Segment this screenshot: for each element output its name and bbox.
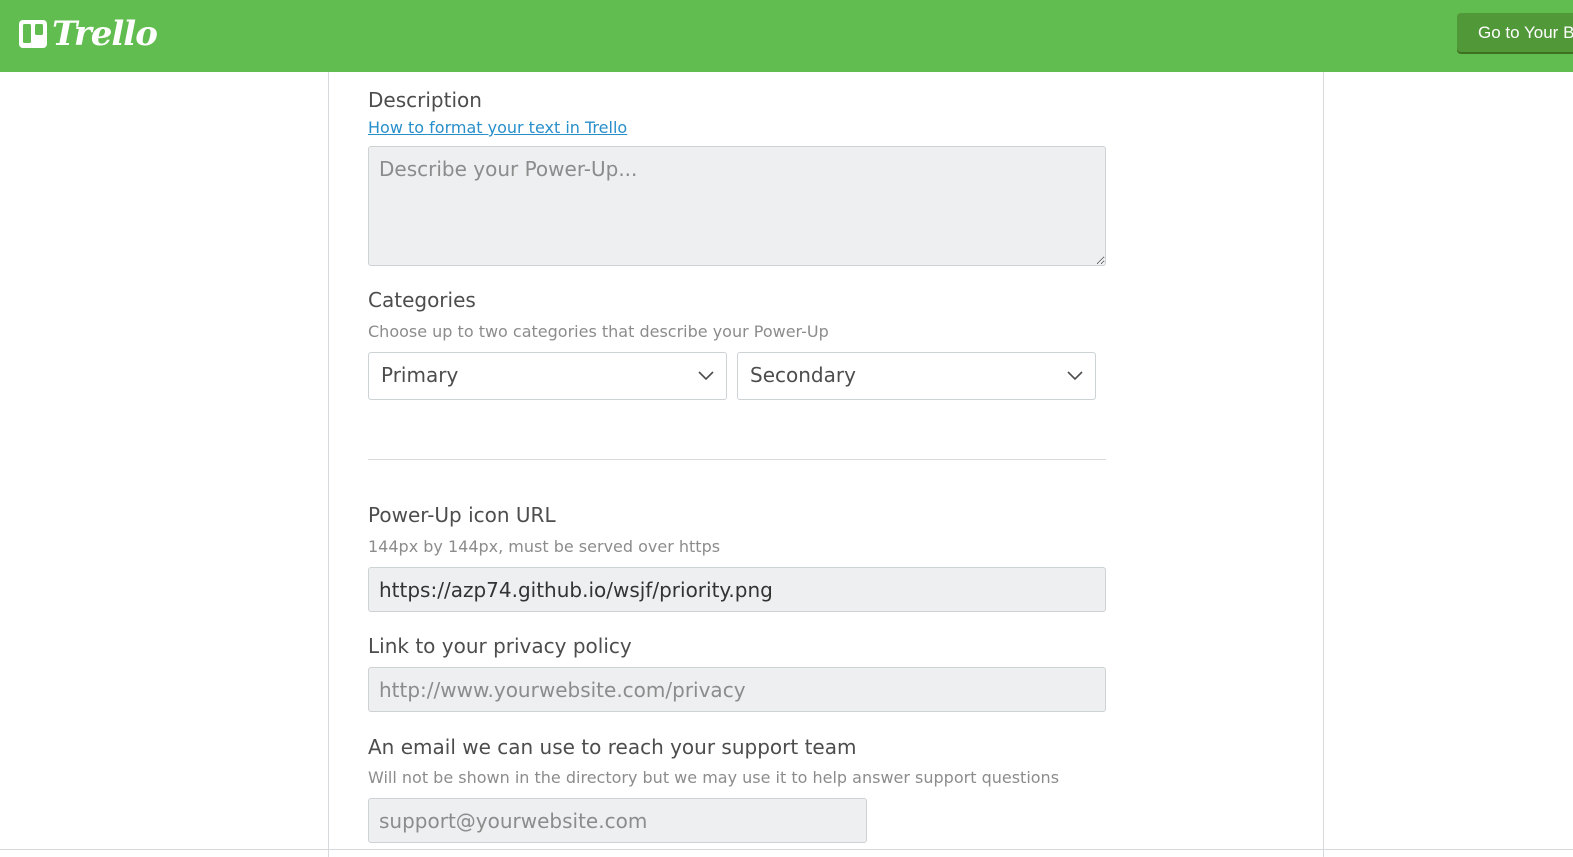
primary-category-select[interactable]: Primary [368,352,727,400]
brand-name: Trello [52,14,158,54]
description-label: Description [368,88,482,112]
trello-logo[interactable]: Trello [18,14,158,54]
chevron-down-icon [698,371,714,381]
go-to-boards-button[interactable]: Go to Your Boards [1457,13,1573,52]
categories-label: Categories [368,288,476,312]
icon-url-hint: 144px by 144px, must be served over http… [368,537,721,556]
icon-url-input[interactable] [368,567,1106,612]
trello-board-icon [19,20,47,48]
support-email-label: An email we can use to reach your suppor… [368,735,857,759]
bottom-divider [0,849,1573,850]
primary-category-value: Primary [381,363,459,387]
secondary-category-value: Secondary [750,363,856,387]
section-divider [368,459,1106,460]
format-help-link[interactable]: How to format your text in Trello [368,118,627,137]
chevron-down-icon [1067,371,1083,381]
icon-url-label: Power-Up icon URL [368,503,556,527]
description-textarea[interactable] [368,146,1106,266]
secondary-category-select[interactable]: Secondary [737,352,1096,400]
support-email-input[interactable] [368,798,867,843]
privacy-url-input[interactable] [368,667,1106,712]
privacy-label: Link to your privacy policy [368,634,632,658]
categories-hint: Choose up to two categories that describ… [368,322,829,341]
top-bar: Trello Go to Your Boards [0,0,1573,72]
support-email-hint: Will not be shown in the directory but w… [368,768,1060,787]
